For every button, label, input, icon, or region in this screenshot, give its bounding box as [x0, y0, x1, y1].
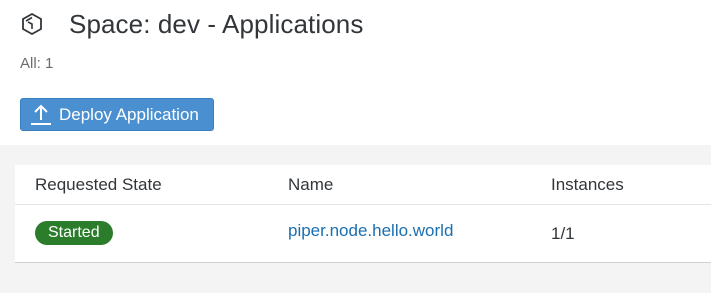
deploy-application-button[interactable]: Deploy Application [20, 98, 214, 131]
page-header: Space: dev - Applications [20, 8, 363, 40]
column-header-name[interactable]: Name [288, 175, 333, 195]
page-title: Space: dev - Applications [69, 8, 364, 39]
upload-icon [30, 104, 52, 126]
space-hexagon-icon [20, 12, 44, 36]
status-badge: Started [35, 221, 113, 245]
table-header: Requested State Name Instances [15, 165, 711, 205]
applications-page: Space: dev - Applications All: 1 Deploy … [0, 0, 711, 293]
table-row[interactable]: Started piper.node.hello.world 1/1 [15, 205, 711, 263]
deploy-button-label: Deploy Application [59, 104, 199, 124]
item-count: All: 1 [20, 55, 54, 72]
table-container: Requested State Name Instances Started p… [0, 145, 711, 293]
column-header-requested-state[interactable]: Requested State [35, 175, 162, 195]
instances-value: 1/1 [551, 224, 575, 243]
application-name-link[interactable]: piper.node.hello.world [288, 221, 453, 241]
column-header-instances[interactable]: Instances [551, 175, 624, 195]
applications-table: Requested State Name Instances Started p… [15, 165, 711, 263]
